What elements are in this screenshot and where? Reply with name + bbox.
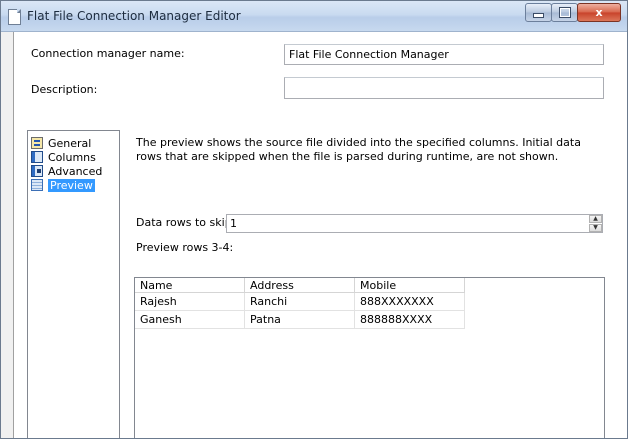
minimize-button[interactable] [525, 3, 552, 22]
preview-rows-label: Preview rows 3-4: [136, 241, 234, 254]
table-row[interactable]: Ganesh Patna 888888XXXX [135, 311, 465, 329]
nav-item-label: Advanced [48, 164, 103, 178]
preview-grid[interactable]: Name Address Mobile Rajesh Ranchi 888XXX… [134, 277, 605, 438]
page-nav-list: General Columns Advanced Preview [27, 130, 120, 438]
table-cell: 888XXXXXXX [355, 293, 465, 311]
column-header-mobile[interactable]: Mobile [355, 278, 465, 293]
table-cell: Ganesh [135, 311, 245, 329]
close-icon: x [595, 6, 603, 19]
general-icon [31, 137, 43, 149]
nav-item-label: General [48, 136, 92, 150]
table-cell: Ranchi [245, 293, 355, 311]
column-header-name[interactable]: Name [135, 278, 245, 293]
table-cell: Rajesh [135, 293, 245, 311]
rows-to-skip-value: 1 [230, 217, 237, 230]
connection-name-input[interactable]: Flat File Connection Manager [284, 44, 604, 65]
preview-description: The preview shows the source file divide… [136, 136, 581, 163]
dialog-content: Connection manager name: Flat File Conne… [13, 32, 627, 438]
rows-to-skip-stepper[interactable]: 1 ▲ ▼ [226, 214, 603, 233]
stepper-up-button[interactable]: ▲ [589, 215, 602, 223]
table-cell: Patna [245, 311, 355, 329]
title-bar[interactable]: Flat File Connection Manager Editor x [1, 1, 627, 32]
grid-header: Name Address Mobile [135, 278, 465, 293]
connection-name-label: Connection manager name: [31, 47, 185, 60]
description-input[interactable] [284, 77, 604, 99]
advanced-icon [31, 165, 43, 177]
maximize-button[interactable] [551, 3, 578, 22]
columns-icon [31, 151, 43, 163]
nav-item-general[interactable]: General [31, 136, 91, 150]
maximize-icon [558, 7, 571, 18]
close-button[interactable]: x [577, 3, 621, 22]
preview-icon [31, 179, 43, 191]
column-header-address[interactable]: Address [245, 278, 355, 293]
minimize-icon [533, 13, 544, 18]
window-controls: x [525, 3, 621, 22]
nav-item-label: Columns [48, 150, 96, 164]
nav-item-preview[interactable]: Preview [31, 178, 95, 192]
nav-item-columns[interactable]: Columns [31, 150, 96, 164]
document-icon [8, 9, 21, 25]
table-row[interactable]: Rajesh Ranchi 888XXXXXXX [135, 293, 465, 311]
nav-item-label: Preview [48, 178, 95, 192]
stepper-down-button[interactable]: ▼ [589, 224, 602, 232]
editor-window: Flat File Connection Manager Editor x Co… [0, 0, 628, 439]
table-cell: 888888XXXX [355, 311, 465, 329]
description-label: Description: [31, 83, 98, 96]
rows-to-skip-label: Data rows to skip: [136, 216, 236, 229]
stepper-buttons: ▲ ▼ [589, 215, 602, 232]
nav-item-advanced[interactable]: Advanced [31, 164, 102, 178]
window-title: Flat File Connection Manager Editor [27, 9, 241, 23]
